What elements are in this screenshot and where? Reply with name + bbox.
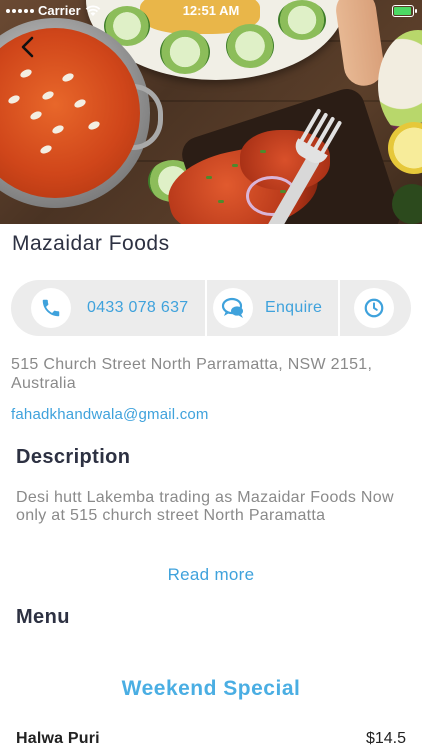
clock-time: 12:51 AM (182, 3, 240, 18)
herb (206, 176, 212, 179)
phone-icon-circle (31, 288, 71, 328)
chat-bubble-icon (221, 297, 243, 318)
business-name: Mazaidar Foods (12, 232, 170, 255)
menu-item[interactable]: Halwa Puri $14.5 (16, 730, 406, 752)
menu-item-name: Halwa Puri (16, 730, 100, 747)
battery-icon (392, 5, 417, 17)
cucumber-slice (226, 24, 274, 68)
email-link[interactable]: fahadkhandwala@gmail.com (11, 406, 209, 423)
enquire-label: Enquire (265, 299, 323, 316)
call-button[interactable]: 0433 078 637 (11, 280, 205, 336)
menu-heading: Menu (16, 606, 70, 628)
back-button[interactable] (12, 32, 42, 62)
menu-item-price: $14.5 (365, 730, 406, 747)
herb (232, 164, 238, 167)
contact-action-bar: 0433 078 637 Enquire (11, 280, 411, 336)
herb (260, 150, 266, 153)
address: 515 Church Street North Parramatta, NSW … (11, 356, 373, 392)
phone-icon (42, 299, 60, 317)
hours-button[interactable] (340, 280, 411, 336)
clock-icon (364, 298, 384, 318)
phone-number: 0433 078 637 (87, 299, 189, 316)
status-bar: Carrier 12:51 AM (0, 0, 422, 22)
hero-image (0, 0, 422, 224)
back-chevron-icon (21, 36, 34, 58)
read-more-link[interactable]: Read more (0, 565, 422, 585)
menu-category-title: Weekend Special (121, 677, 301, 700)
enquire-button[interactable]: Enquire (207, 280, 338, 336)
lemon-slice (388, 122, 422, 174)
description-text: Desi hutt Lakemba trading as Mazaidar Fo… (16, 489, 394, 524)
herb (218, 200, 224, 203)
cucumber-slice (160, 30, 210, 74)
battery-level (394, 7, 411, 15)
description-heading: Description (16, 446, 131, 468)
chat-icon-circle (213, 288, 253, 328)
clock-icon-circle (354, 288, 394, 328)
